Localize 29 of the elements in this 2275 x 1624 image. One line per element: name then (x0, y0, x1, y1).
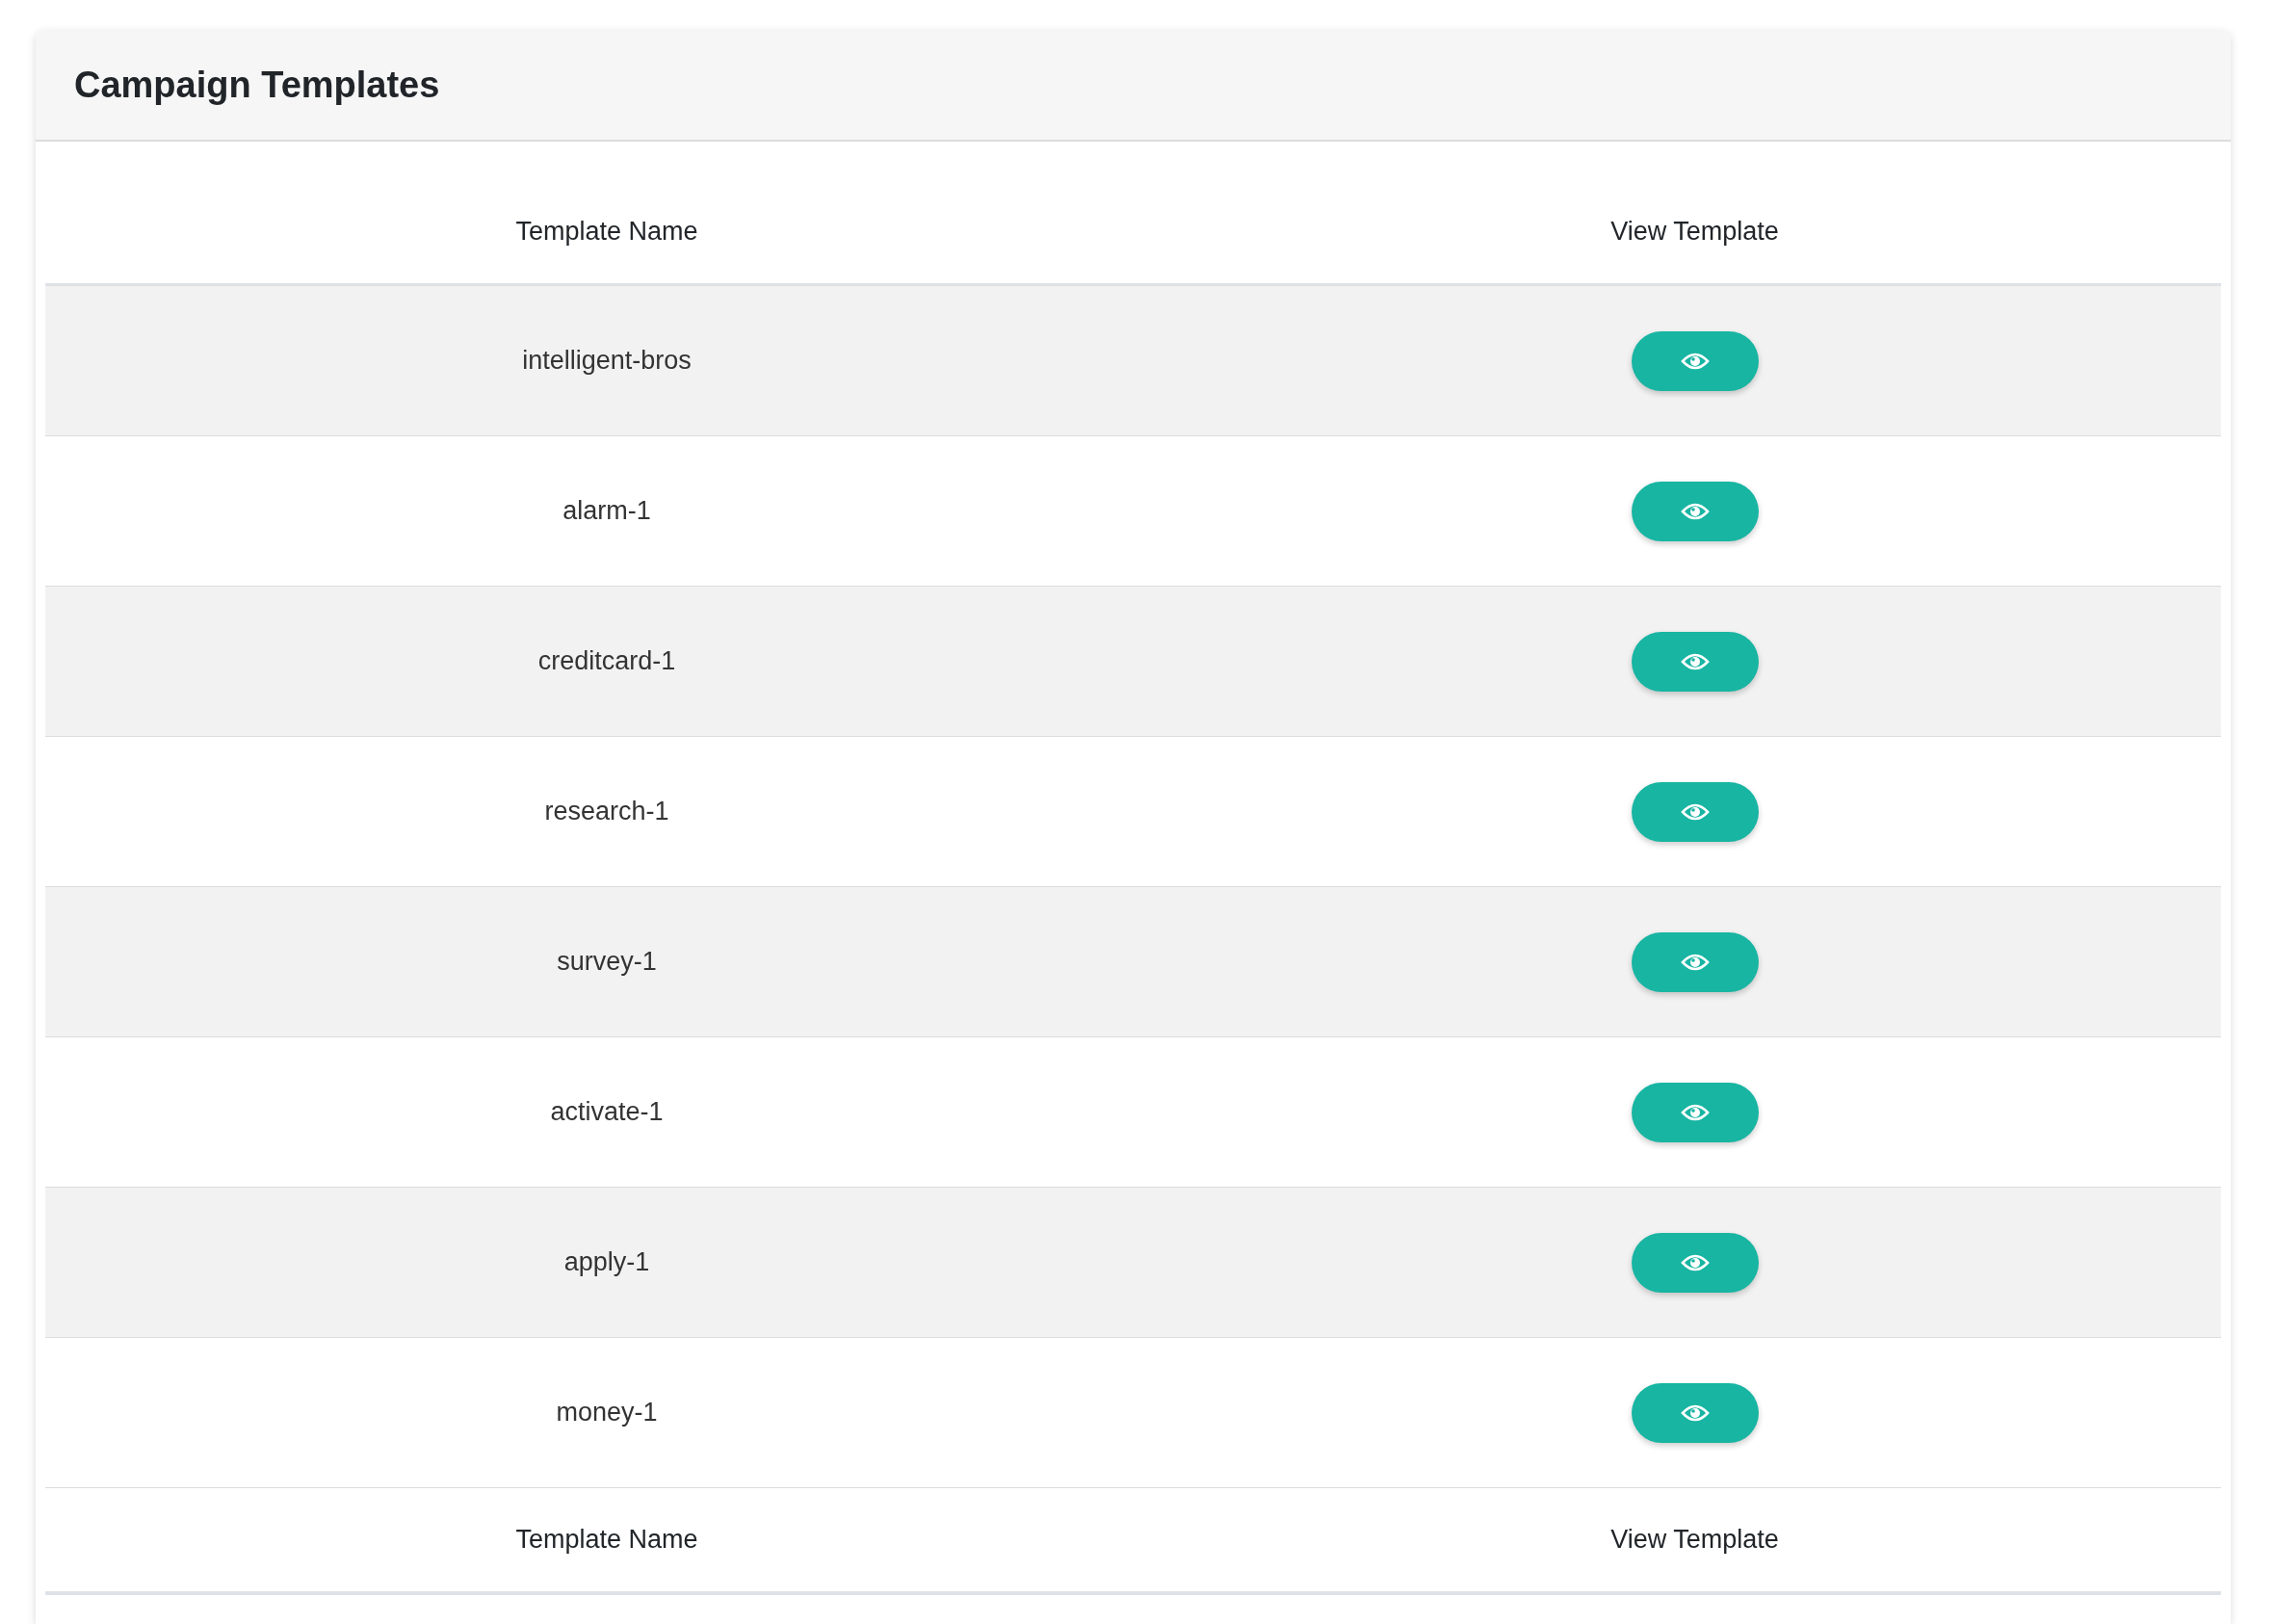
view-button[interactable] (1631, 931, 1759, 992)
column-header: View Template (1610, 1525, 1779, 1555)
view-button[interactable] (1631, 781, 1759, 842)
eye-icon (1680, 1102, 1710, 1122)
template-name: alarm-1 (562, 496, 651, 526)
template-name: apply-1 (563, 1247, 650, 1277)
column-header: Template Name (515, 1525, 698, 1555)
view-button[interactable] (1631, 1082, 1759, 1142)
column-header: Template Name (515, 217, 698, 247)
view-button[interactable] (1631, 1232, 1759, 1293)
eye-icon (1680, 351, 1710, 371)
template-name: survey-1 (557, 947, 657, 977)
view-button[interactable] (1631, 631, 1759, 692)
template-name: money-1 (556, 1398, 658, 1428)
view-button[interactable] (1631, 1382, 1759, 1443)
card-title: Campaign Templates (74, 65, 440, 106)
template-name: activate-1 (550, 1097, 664, 1127)
eye-icon (1680, 1402, 1710, 1423)
view-button[interactable] (1631, 330, 1759, 391)
eye-icon (1680, 801, 1710, 822)
eye-icon (1680, 1252, 1710, 1272)
template-name: intelligent-bros (522, 346, 692, 376)
eye-icon (1680, 501, 1710, 521)
column-header: View Template (1610, 217, 1779, 247)
eye-icon (1680, 952, 1710, 972)
template-name: research-1 (544, 797, 669, 826)
eye-icon (1680, 651, 1710, 671)
template-name: creditcard-1 (537, 646, 676, 676)
view-button[interactable] (1631, 481, 1759, 541)
